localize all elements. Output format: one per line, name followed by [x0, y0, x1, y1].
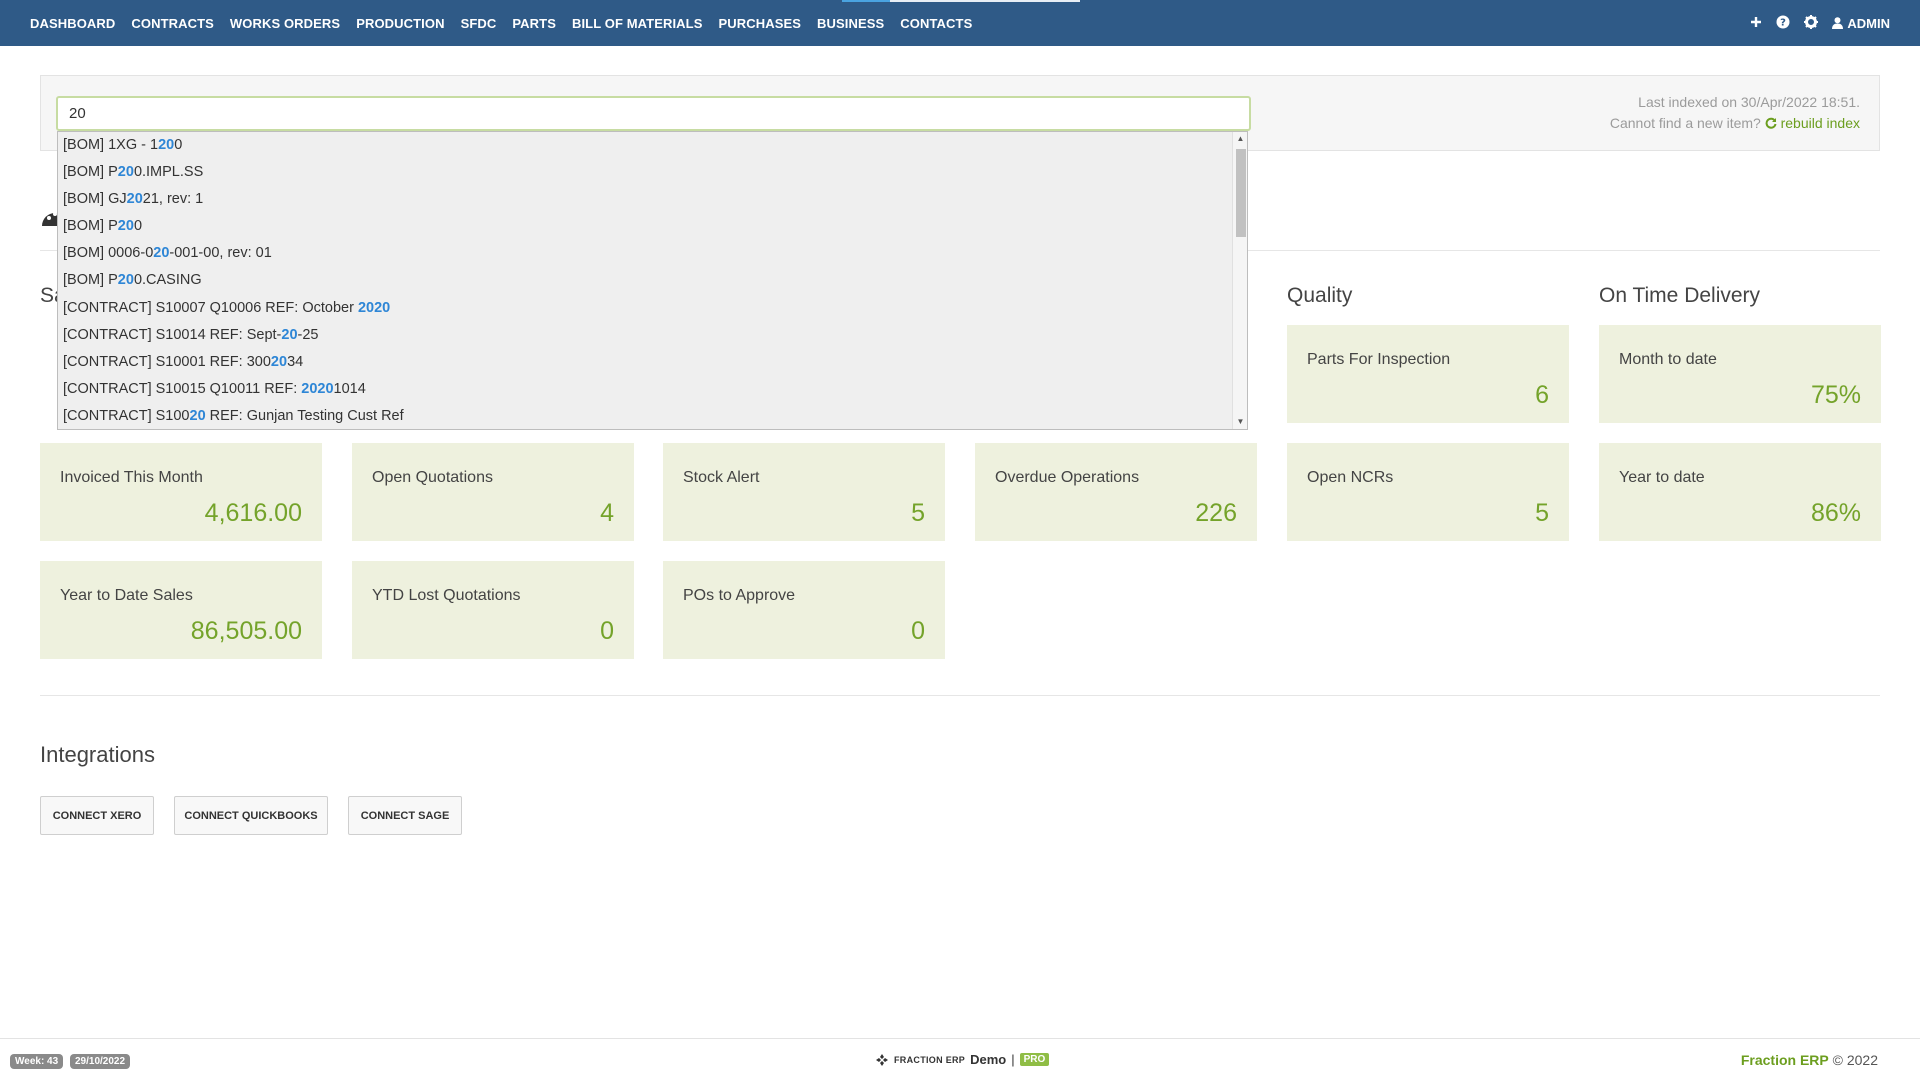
user-icon — [1832, 17, 1844, 29]
card-invoiced-this-month[interactable]: Invoiced This Month 4,616.00 — [40, 443, 322, 541]
top-navbar: DASHBOARD CONTRACTS WORKS ORDERS PRODUCT… — [0, 0, 1920, 46]
connect-sage-button[interactable]: CONNECT SAGE — [348, 796, 462, 835]
footer-brand: FRACTION ERP Demo | PRO — [875, 1052, 1050, 1067]
dropdown-scrollbar[interactable]: ▲ ▼ — [1232, 132, 1247, 429]
suggestion-item[interactable]: [CONTRACT] S10020 REF: Gunjan Testing Cu… — [58, 403, 1247, 429]
card-stock-alert[interactable]: Stock Alert 5 — [663, 443, 945, 541]
card-value: 6 — [1535, 381, 1549, 409]
plus-icon[interactable] — [1750, 16, 1762, 31]
card-label: Year to date — [1619, 469, 1705, 486]
scroll-up-arrow-icon[interactable]: ▲ — [1233, 132, 1247, 146]
suggestion-item[interactable]: [BOM] P200.IMPL.SS — [58, 159, 1247, 186]
card-label: Open NCRs — [1307, 469, 1394, 486]
nav-business[interactable]: BUSINESS — [817, 16, 884, 31]
nav-sfdc[interactable]: SFDC — [461, 16, 497, 31]
card-value: 0 — [600, 617, 614, 645]
card-value: 86% — [1810, 499, 1861, 527]
suggestion-item[interactable]: [CONTRACT] S10001 REF: 3002034 — [58, 349, 1247, 376]
section-divider — [40, 695, 1880, 696]
card-open-ncrs[interactable]: Open NCRs 5 — [1287, 443, 1569, 541]
card-value: 226 — [1195, 499, 1237, 527]
card-value: 4,616.00 — [204, 499, 302, 527]
card-ytd-sales[interactable]: Year to Date Sales 86,505.00 — [40, 561, 322, 659]
card-year-to-date[interactable]: Year to date 86% — [1599, 443, 1881, 541]
footer-separator: | — [1011, 1052, 1015, 1067]
index-info: Last indexed on 30/Apr/2022 18:51. Canno… — [1610, 92, 1860, 134]
card-label: YTD Lost Quotations — [372, 587, 521, 604]
nav-parts[interactable]: PARTS — [512, 16, 556, 31]
suggestion-item[interactable]: [CONTRACT] S10007 Q10006 REF: October 20… — [58, 295, 1247, 322]
footer-demo-label: Demo — [970, 1052, 1007, 1067]
connect-quickbooks-button[interactable]: CONNECT QUICKBOOKS — [174, 796, 328, 835]
main-menu: DASHBOARD CONTRACTS WORKS ORDERS PRODUCT… — [30, 0, 988, 46]
footer: Week: 43 29/10/2022 FRACTION ERP Demo | … — [0, 1038, 1920, 1080]
copyright-text: © 2022 — [1832, 1052, 1878, 1068]
rebuild-line: Cannot find a new item? rebuild index — [1610, 113, 1860, 134]
nav-dashboard[interactable]: DASHBOARD — [30, 16, 115, 31]
card-pos-to-approve[interactable]: POs to Approve 0 — [663, 561, 945, 659]
fraction-logo-icon — [876, 1053, 888, 1066]
svg-text:?: ? — [1780, 17, 1786, 28]
card-value: 86,505.00 — [190, 617, 302, 645]
suggestion-item[interactable]: [BOM] P200.CASING — [58, 267, 1247, 294]
nav-contracts[interactable]: CONTRACTS — [131, 16, 214, 31]
card-label: Parts For Inspection — [1307, 351, 1451, 368]
card-value: 0 — [911, 617, 925, 645]
help-icon[interactable]: ? — [1776, 15, 1790, 32]
card-value: 4 — [600, 499, 614, 527]
suggestion-item[interactable]: [BOM] GJ2021, rev: 1 — [58, 186, 1247, 213]
nav-right-tools: ? ADMIN — [1750, 0, 1890, 46]
cannot-find-text: Cannot find a new item? — [1609, 115, 1761, 131]
card-label: Stock Alert — [683, 469, 760, 486]
suggestion-item[interactable]: [BOM] 0006-020-001-00, rev: 01 — [58, 240, 1247, 267]
footer-brand-name[interactable]: Fraction ERP — [1741, 1052, 1829, 1068]
date-badge: 29/10/2022 — [70, 1054, 131, 1069]
card-value: 75% — [1810, 381, 1861, 409]
card-label: Invoiced This Month — [60, 469, 203, 486]
card-label: Month to date — [1619, 351, 1717, 368]
card-parts-for-inspection[interactable]: Parts For Inspection 6 — [1287, 325, 1569, 423]
nav-works-orders[interactable]: WORKS ORDERS — [230, 16, 340, 31]
suggestion-item[interactable]: [CONTRACT] S10014 REF: Sept-20-25 — [58, 322, 1247, 349]
card-value: 5 — [911, 499, 925, 527]
rebuild-index-label: rebuild index — [1780, 115, 1860, 131]
quality-section-title: Quality — [1287, 284, 1353, 307]
card-label: POs to Approve — [683, 587, 796, 604]
nav-contacts[interactable]: CONTACTS — [900, 16, 972, 31]
rebuild-index-link[interactable]: rebuild index — [1765, 115, 1860, 131]
scroll-thumb[interactable] — [1236, 149, 1246, 237]
week-badge: Week: 43 — [10, 1054, 64, 1069]
gear-icon[interactable] — [1804, 14, 1819, 32]
nav-production[interactable]: PRODUCTION — [356, 16, 444, 31]
card-label: Open Quotations — [372, 469, 493, 486]
card-ytd-lost-quotations[interactable]: YTD Lost Quotations 0 — [352, 561, 634, 659]
footer-copyright: Fraction ERP © 2022 — [1741, 1052, 1878, 1068]
pro-badge: PRO — [1019, 1053, 1050, 1066]
integrations-title: Integrations — [40, 742, 155, 767]
card-overdue-operations[interactable]: Overdue Operations 226 — [975, 443, 1257, 541]
connect-xero-button[interactable]: CONNECT XERO — [40, 796, 154, 835]
admin-menu[interactable]: ADMIN — [1832, 16, 1890, 31]
suggestion-item[interactable]: [BOM] 1XG - 1200 — [58, 132, 1247, 159]
scroll-down-arrow-icon[interactable]: ▼ — [1233, 415, 1247, 429]
last-indexed-text: Last indexed on 30/Apr/2022 18:51. — [1638, 94, 1860, 110]
card-label: Overdue Operations — [995, 469, 1140, 486]
suggestion-item[interactable]: [CONTRACT] S10015 Q10011 REF: 20201014 — [58, 376, 1247, 403]
footer-brand-small: FRACTION ERP — [894, 1054, 966, 1065]
on-time-delivery-title: On Time Delivery — [1599, 284, 1761, 307]
refresh-icon — [1765, 117, 1777, 129]
search-suggestions-dropdown[interactable]: [BOM] 1XG - 1200 [BOM] P200.IMPL.SS [BOM… — [57, 131, 1248, 430]
nav-purchases[interactable]: PURCHASES — [718, 16, 801, 31]
card-value: 5 — [1535, 499, 1549, 527]
card-label: Year to Date Sales — [60, 587, 193, 604]
global-search-input[interactable] — [56, 96, 1251, 131]
admin-label: ADMIN — [1847, 15, 1890, 31]
card-open-quotations[interactable]: Open Quotations 4 — [352, 443, 634, 541]
nav-bill-of-materials[interactable]: BILL OF MATERIALS — [572, 16, 703, 31]
card-month-to-date[interactable]: Month to date 75% — [1599, 325, 1881, 423]
suggestion-item[interactable]: [BOM] P200 — [58, 213, 1247, 240]
